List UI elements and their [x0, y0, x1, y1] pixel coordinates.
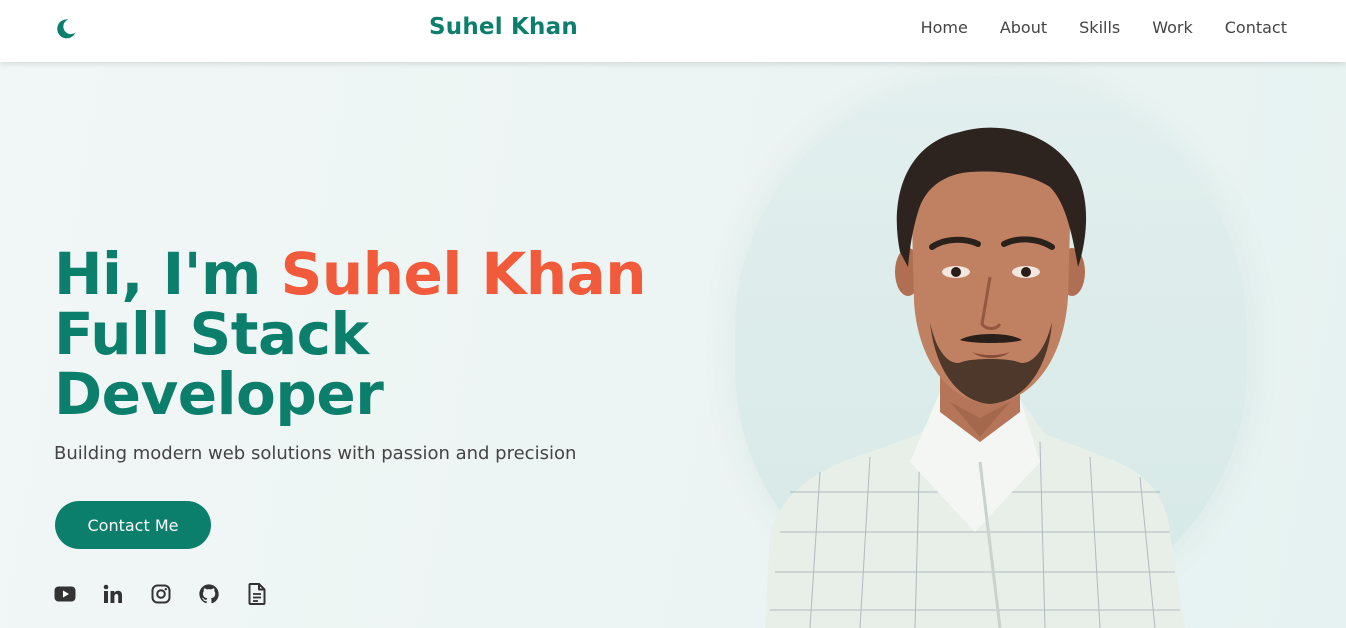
resume-document-icon[interactable] [246, 583, 268, 605]
role-line-2: Developer [54, 360, 384, 428]
social-links [54, 583, 268, 605]
youtube-icon[interactable] [54, 583, 76, 605]
linkedin-icon[interactable] [102, 583, 124, 605]
contact-me-button[interactable]: Contact Me [55, 501, 211, 549]
nav-links: Home About Skills Work Contact [921, 18, 1287, 37]
nav-contact[interactable]: Contact [1225, 18, 1287, 37]
brand-logo[interactable]: Suhel Khan [429, 14, 578, 40]
nav-about[interactable]: About [1000, 18, 1047, 37]
profile-photo [765, 127, 1185, 628]
hero-subtitle: Building modern web solutions with passi… [54, 443, 577, 464]
nav-skills[interactable]: Skills [1079, 18, 1120, 37]
nav-work[interactable]: Work [1152, 18, 1193, 37]
nav-home[interactable]: Home [921, 18, 968, 37]
greeting-line: Hi, I'm Suhel Khan [54, 244, 647, 304]
hero-title: Hi, I'm Suhel Khan Full Stack Developer [54, 244, 647, 428]
hero-name: Suhel Khan [280, 240, 647, 308]
moon-icon[interactable] [54, 17, 78, 41]
github-icon[interactable] [198, 583, 220, 605]
role-line-1: Full Stack [54, 300, 369, 368]
instagram-icon[interactable] [150, 583, 172, 605]
navbar: Suhel Khan Home About Skills Work Contac… [0, 0, 1346, 62]
greeting-text: Hi, I'm [54, 240, 281, 308]
